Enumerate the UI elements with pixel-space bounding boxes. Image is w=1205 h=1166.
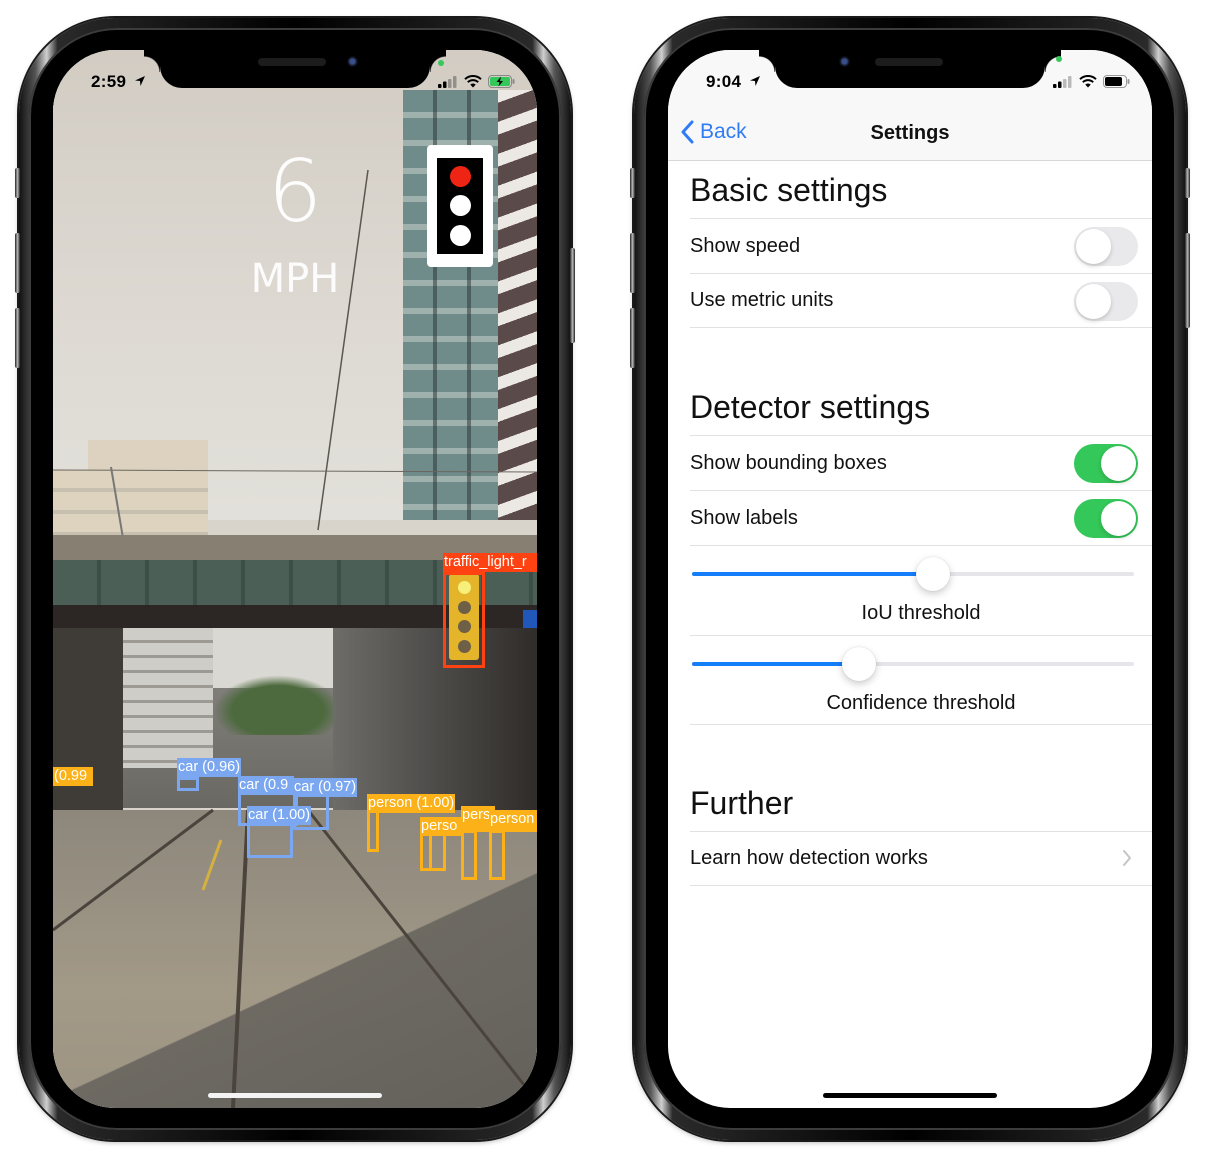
detection-label: car (0.97) xyxy=(293,778,358,797)
mute-switch xyxy=(15,168,20,198)
row-show-bounding-boxes: Show bounding boxes xyxy=(690,435,1152,490)
slider-fill xyxy=(692,572,933,576)
row-confidence-threshold: Confidence threshold xyxy=(690,635,1152,725)
front-camera xyxy=(839,56,850,67)
settings-screen: Back Settings Basic settings Show speed … xyxy=(668,50,1152,1108)
red-lamp xyxy=(449,166,471,188)
side-button-top xyxy=(1185,168,1190,198)
volume-up-button xyxy=(630,233,635,293)
right-phone-frame: Back Settings Basic settings Show speed … xyxy=(630,18,1190,1140)
row-show-speed: Show speed xyxy=(690,218,1152,273)
row-learn-how-detection-works[interactable]: Learn how detection works xyxy=(690,831,1152,886)
detection-label: traffic_light_r xyxy=(443,553,537,572)
slider-caption: Confidence threshold xyxy=(826,692,1016,714)
show-bounding-boxes-toggle[interactable] xyxy=(1074,444,1138,483)
iou-threshold-slider[interactable] xyxy=(692,557,1134,591)
detection-label: person xyxy=(489,810,537,832)
show-speed-toggle[interactable] xyxy=(1074,227,1138,266)
status-time: 9:04 xyxy=(706,72,761,92)
mute-switch xyxy=(630,168,635,198)
notch xyxy=(144,50,446,88)
volume-down-button xyxy=(15,308,20,368)
detection-label: (0.99 xyxy=(53,767,93,786)
show-labels-toggle[interactable] xyxy=(1074,499,1138,538)
row-use-metric-units: Use metric units xyxy=(690,273,1152,328)
detection-label: person (1.00) xyxy=(367,794,456,813)
page-title: Settings xyxy=(870,122,950,144)
home-indicator[interactable] xyxy=(823,1093,997,1098)
green-lamp xyxy=(449,224,471,246)
street-sign xyxy=(523,610,537,628)
side-button xyxy=(570,248,575,343)
detection-label: car (1.00) xyxy=(247,806,312,825)
front-camera xyxy=(347,56,358,67)
location-arrow-icon xyxy=(135,76,146,86)
location-arrow-icon xyxy=(750,76,761,86)
slider-fill xyxy=(692,662,859,666)
battery-charging-icon xyxy=(488,75,515,88)
detection-label: car (0.96) xyxy=(177,758,242,777)
detection-label: perso xyxy=(420,817,464,836)
wifi-icon xyxy=(1079,75,1097,88)
camera-screen: 6 MPH traffic_light_r car (0.96) car (0.… xyxy=(53,50,537,1108)
home-indicator[interactable] xyxy=(208,1093,382,1098)
row-iou-threshold: IoU threshold xyxy=(690,545,1152,635)
slider-thumb[interactable] xyxy=(915,557,950,591)
cellular-signal-icon xyxy=(438,75,457,88)
traffic-light-indicator xyxy=(427,145,493,267)
confidence-threshold-slider[interactable] xyxy=(692,647,1134,681)
cellular-signal-icon xyxy=(1053,75,1072,88)
notch xyxy=(759,50,1061,88)
volume-up-button xyxy=(15,233,20,293)
left-phone-frame: 6 MPH traffic_light_r car (0.96) car (0.… xyxy=(15,18,575,1140)
row-label: Learn how detection works xyxy=(690,847,928,869)
slider-caption: IoU threshold xyxy=(861,602,981,624)
privacy-indicator-dot xyxy=(438,60,444,66)
section-title-basic: Basic settings xyxy=(690,172,888,208)
traffic-light-icon xyxy=(437,158,483,254)
privacy-indicator-dot xyxy=(1056,56,1062,62)
volume-down-button xyxy=(630,308,635,368)
section-title-detector: Detector settings xyxy=(690,389,931,425)
status-time: 2:59 xyxy=(91,72,146,92)
wifi-icon xyxy=(464,75,482,88)
yellow-lamp xyxy=(449,195,471,217)
row-show-labels: Show labels xyxy=(690,490,1152,545)
section-title-further: Further xyxy=(690,785,794,821)
use-metric-units-toggle[interactable] xyxy=(1074,282,1138,321)
side-button xyxy=(1185,233,1190,328)
chevron-right-icon xyxy=(1123,850,1131,866)
slider-thumb[interactable] xyxy=(841,647,876,681)
battery-icon xyxy=(1103,75,1130,88)
detection-label: car (0.9 xyxy=(238,776,294,795)
